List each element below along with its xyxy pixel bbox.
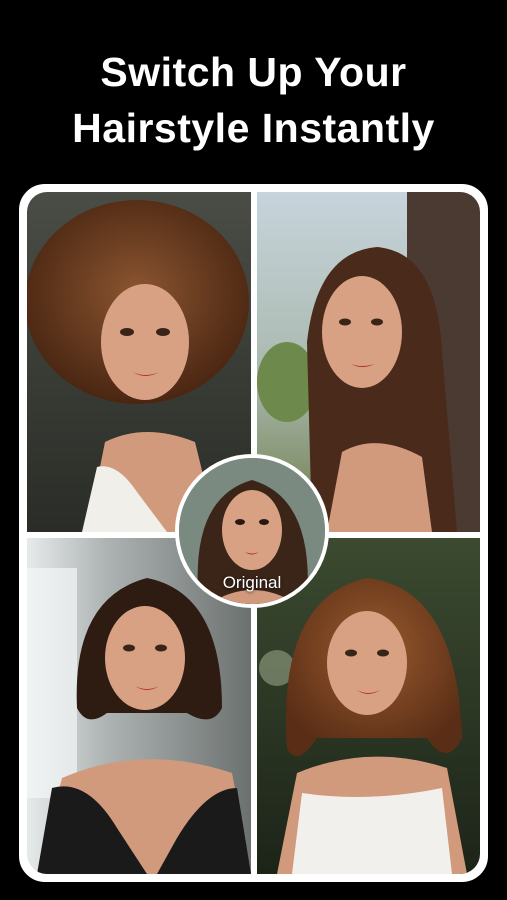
original-photo[interactable]: Original <box>175 454 329 608</box>
original-label: Original <box>222 573 282 592</box>
headline-line-1: Switch Up Your <box>100 49 407 95</box>
headline-line-2: Hairstyle Instantly <box>72 105 435 151</box>
headline: Switch Up Your Hairstyle Instantly <box>0 44 507 156</box>
